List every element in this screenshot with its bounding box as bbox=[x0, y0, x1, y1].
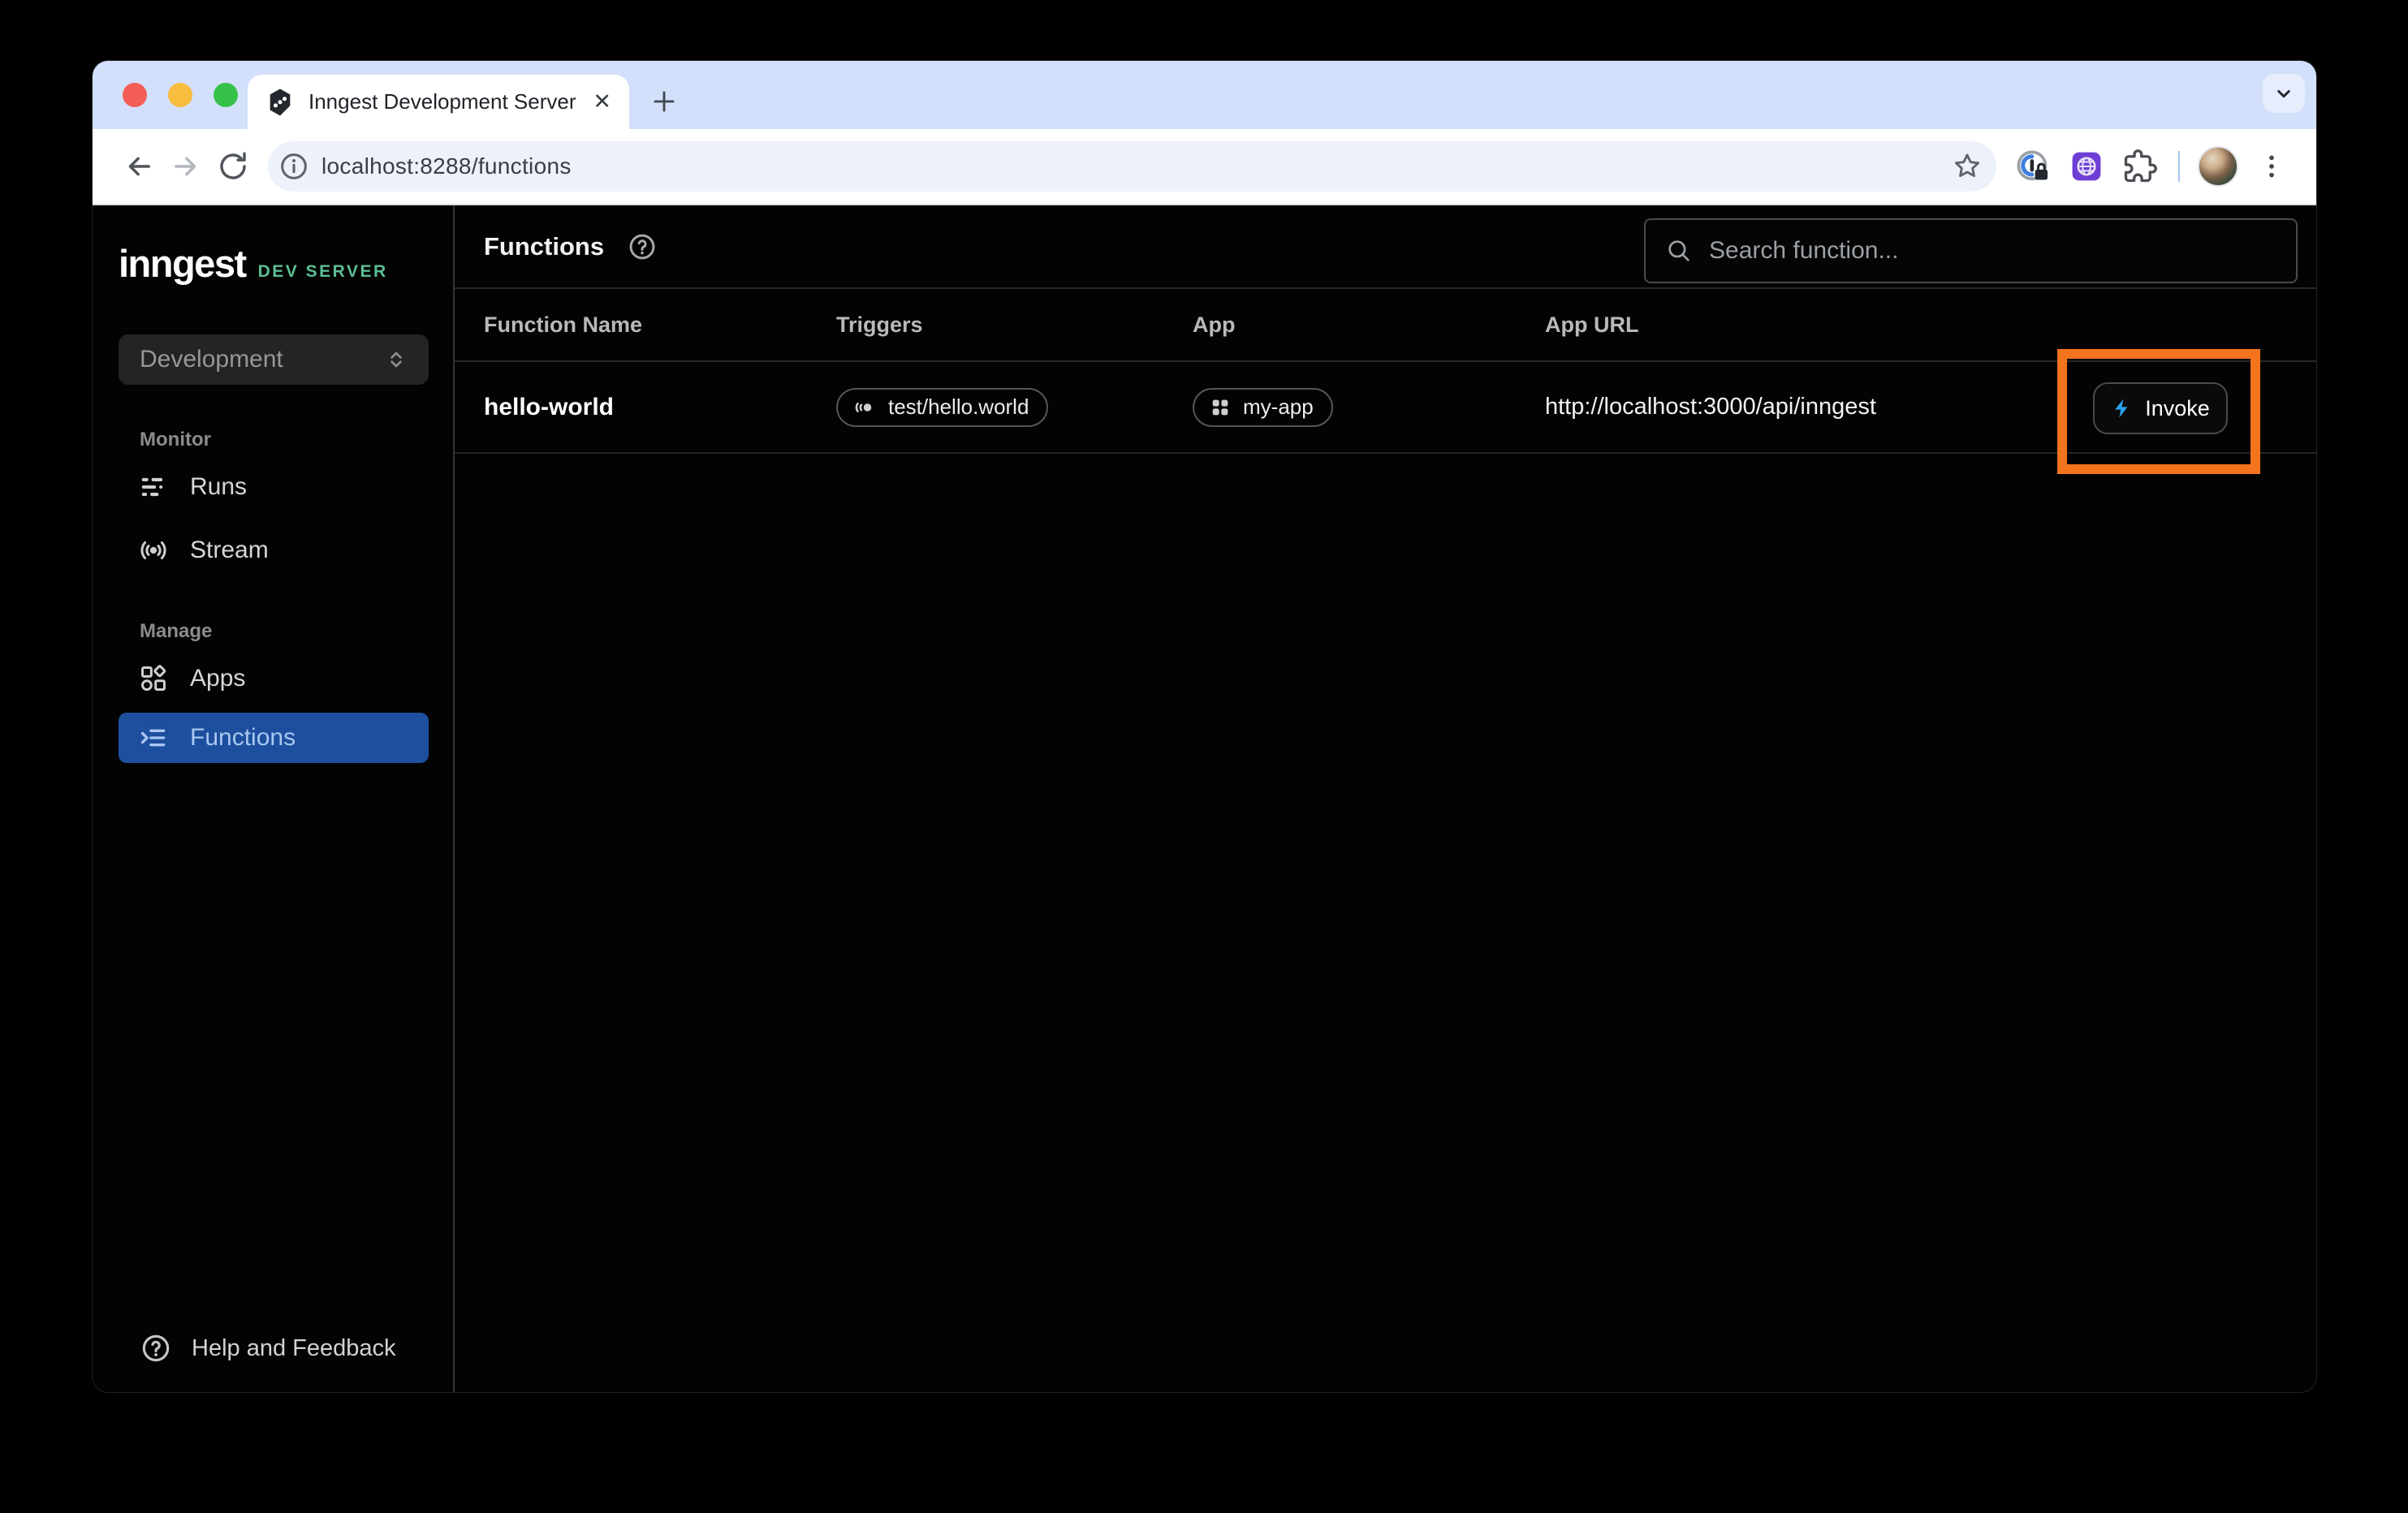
url-text[interactable]: localhost:8288/functions bbox=[321, 153, 1951, 179]
address-bar[interactable]: localhost:8288/functions bbox=[268, 141, 1996, 192]
environment-selector[interactable]: Development bbox=[119, 334, 429, 385]
sidebar-item-apps[interactable]: Apps bbox=[119, 651, 429, 706]
column-app: App bbox=[1193, 313, 1545, 338]
tab-close-icon[interactable]: ✕ bbox=[593, 89, 611, 114]
app-grid-icon bbox=[1209, 396, 1232, 419]
help-and-feedback[interactable]: Help and Feedback bbox=[119, 1332, 429, 1364]
column-function-name: Function Name bbox=[484, 313, 836, 338]
lightning-bolt-icon bbox=[2111, 397, 2134, 420]
reload-button[interactable] bbox=[209, 143, 257, 190]
browser-window: Inngest Development Server ✕ localhost:8… bbox=[92, 60, 2317, 1393]
chevron-up-down-icon bbox=[383, 347, 409, 373]
sidebar-section-manage: Manage bbox=[140, 620, 429, 643]
tab-search-chevron-button[interactable] bbox=[2263, 74, 2305, 113]
toolbar-extensions bbox=[2009, 143, 2295, 190]
help-and-feedback-label: Help and Feedback bbox=[192, 1335, 396, 1362]
column-app-url: App URL bbox=[1545, 313, 2316, 338]
table-header: Function Name Triggers App App URL bbox=[455, 289, 2316, 362]
main-panel: Functions Function Name Triggers App App… bbox=[455, 205, 2316, 1392]
sidebar-item-functions[interactable]: Functions bbox=[119, 713, 429, 763]
page-title: Functions bbox=[484, 232, 604, 261]
stream-icon bbox=[138, 535, 169, 566]
invoke-button[interactable]: Invoke bbox=[2093, 382, 2228, 434]
site-info-icon[interactable] bbox=[278, 150, 310, 183]
inngest-favicon-icon bbox=[265, 88, 295, 117]
new-tab-button[interactable] bbox=[641, 79, 687, 124]
zoom-window-button[interactable] bbox=[214, 83, 238, 107]
window-controls bbox=[123, 83, 238, 107]
functions-icon bbox=[138, 722, 169, 753]
app-pill[interactable]: my-app bbox=[1193, 388, 1333, 427]
sidebar: inngest DEV SERVER Development Monitor bbox=[93, 205, 455, 1392]
invoke-button-label: Invoke bbox=[2145, 396, 2210, 421]
sidebar-section-monitor: Monitor bbox=[140, 429, 429, 451]
extensions-puzzle-icon[interactable] bbox=[2117, 143, 2164, 190]
bookmark-star-icon[interactable] bbox=[1951, 150, 1983, 183]
browser-menu-icon[interactable] bbox=[2248, 143, 2295, 190]
toolbar-divider bbox=[2178, 151, 2180, 182]
trigger-pill[interactable]: test/hello.world bbox=[836, 388, 1048, 427]
sidebar-item-label: Apps bbox=[190, 665, 245, 692]
app-content: inngest DEV SERVER Development Monitor bbox=[93, 205, 2316, 1392]
search-function-box[interactable] bbox=[1644, 218, 2298, 283]
inngest-logo-text: inngest bbox=[119, 241, 246, 286]
function-name-cell[interactable]: hello-world bbox=[484, 394, 836, 421]
apps-icon bbox=[138, 663, 169, 694]
profile-avatar[interactable] bbox=[2194, 143, 2242, 190]
environment-selector-value: Development bbox=[140, 346, 383, 373]
minimize-window-button[interactable] bbox=[168, 83, 192, 107]
sidebar-item-label: Stream bbox=[190, 537, 269, 564]
trigger-name: test/hello.world bbox=[888, 394, 1029, 420]
tab-strip: Inngest Development Server ✕ bbox=[93, 61, 2316, 129]
logo: inngest DEV SERVER bbox=[119, 241, 429, 286]
event-broadcast-icon bbox=[852, 395, 877, 420]
purple-extension-icon[interactable] bbox=[2063, 143, 2110, 190]
forward-button[interactable] bbox=[162, 143, 209, 190]
search-input[interactable] bbox=[1709, 237, 2280, 265]
circled-question-icon bbox=[140, 1332, 172, 1364]
browser-toolbar: localhost:8288/functions bbox=[93, 129, 2316, 205]
sidebar-item-label: Runs bbox=[190, 473, 247, 501]
search-icon bbox=[1665, 237, 1693, 265]
sidebar-item-runs[interactable]: Runs bbox=[119, 459, 429, 515]
app-name: my-app bbox=[1243, 394, 1314, 420]
runs-icon bbox=[138, 472, 169, 502]
tab-title: Inngest Development Server bbox=[309, 89, 583, 114]
sidebar-item-label: Functions bbox=[190, 724, 296, 752]
dev-server-badge: DEV SERVER bbox=[258, 262, 388, 282]
functions-help-icon[interactable] bbox=[627, 231, 658, 262]
sidebar-item-stream[interactable]: Stream bbox=[119, 523, 429, 578]
column-triggers: Triggers bbox=[836, 313, 1193, 338]
close-window-button[interactable] bbox=[123, 83, 147, 107]
table-row[interactable]: hello-world test/hello.world bbox=[455, 362, 2316, 454]
back-button[interactable] bbox=[115, 143, 162, 190]
browser-tab[interactable]: Inngest Development Server ✕ bbox=[248, 75, 629, 129]
password-manager-extension-icon[interactable] bbox=[2009, 143, 2056, 190]
